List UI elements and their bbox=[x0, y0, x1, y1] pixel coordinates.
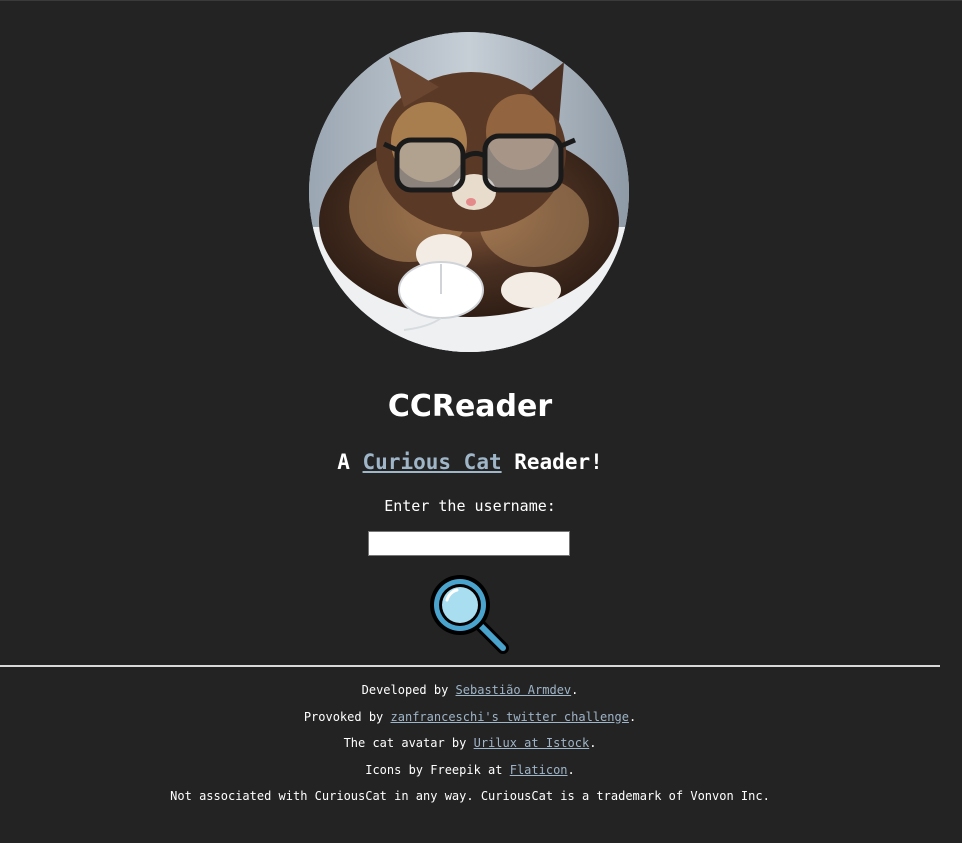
footer-provoked-suffix: . bbox=[628, 709, 637, 724]
subtitle-prefix: A bbox=[337, 450, 363, 474]
footer-disclaimer: Not associated with CuriousCat in any wa… bbox=[170, 789, 770, 803]
footer-avatar-credit: The cat avatar by Urilux at Istock. bbox=[0, 730, 940, 757]
flaticon-link[interactable]: Flaticon bbox=[510, 763, 568, 777]
footer-avatar-suffix: . bbox=[589, 736, 597, 750]
footer-developed-suffix: . bbox=[571, 683, 579, 697]
footer-provoked-prefix: Provoked by bbox=[303, 709, 391, 724]
istock-link[interactable]: Urilux at Istock bbox=[474, 736, 590, 750]
footer-divider bbox=[0, 665, 940, 667]
footer-icons-suffix: . bbox=[567, 762, 575, 777]
footer-provoked: Provoked by zanfranceschi's twitter chal… bbox=[0, 704, 940, 731]
curious-cat-link[interactable]: Curious Cat bbox=[363, 450, 502, 474]
cat-with-glasses-avatar-icon bbox=[309, 32, 629, 352]
footer-developed: Developed by Sebastião Armdev. bbox=[0, 677, 940, 704]
footer-avatar-prefix: The cat avatar by bbox=[343, 736, 474, 750]
twitter-challenge-link[interactable]: zanfranceschi's twitter challenge bbox=[391, 710, 629, 724]
footer-developed-prefix: Developed by bbox=[361, 683, 456, 697]
search-button[interactable] bbox=[427, 572, 511, 656]
subtitle-suffix: Reader! bbox=[501, 450, 603, 474]
magnifying-glass-icon bbox=[430, 575, 509, 654]
footer: Developed by Sebastião Armdev. Provoked … bbox=[0, 677, 940, 810]
footer-icons-prefix: Icons by Freepik at bbox=[365, 762, 510, 777]
cat-avatar-image bbox=[309, 32, 629, 352]
username-prompt: Enter the username: bbox=[384, 497, 556, 515]
username-input[interactable] bbox=[368, 531, 570, 556]
subtitle: A Curious Cat Reader! bbox=[0, 447, 940, 477]
app-title: CCReader bbox=[387, 389, 553, 424]
developer-link[interactable]: Sebastião Armdev bbox=[456, 683, 572, 697]
footer-icons-credit: Icons by Freepik at Flaticon. bbox=[0, 757, 940, 784]
page: CCReader A Curious Cat Reader! Enter the… bbox=[0, 0, 962, 843]
